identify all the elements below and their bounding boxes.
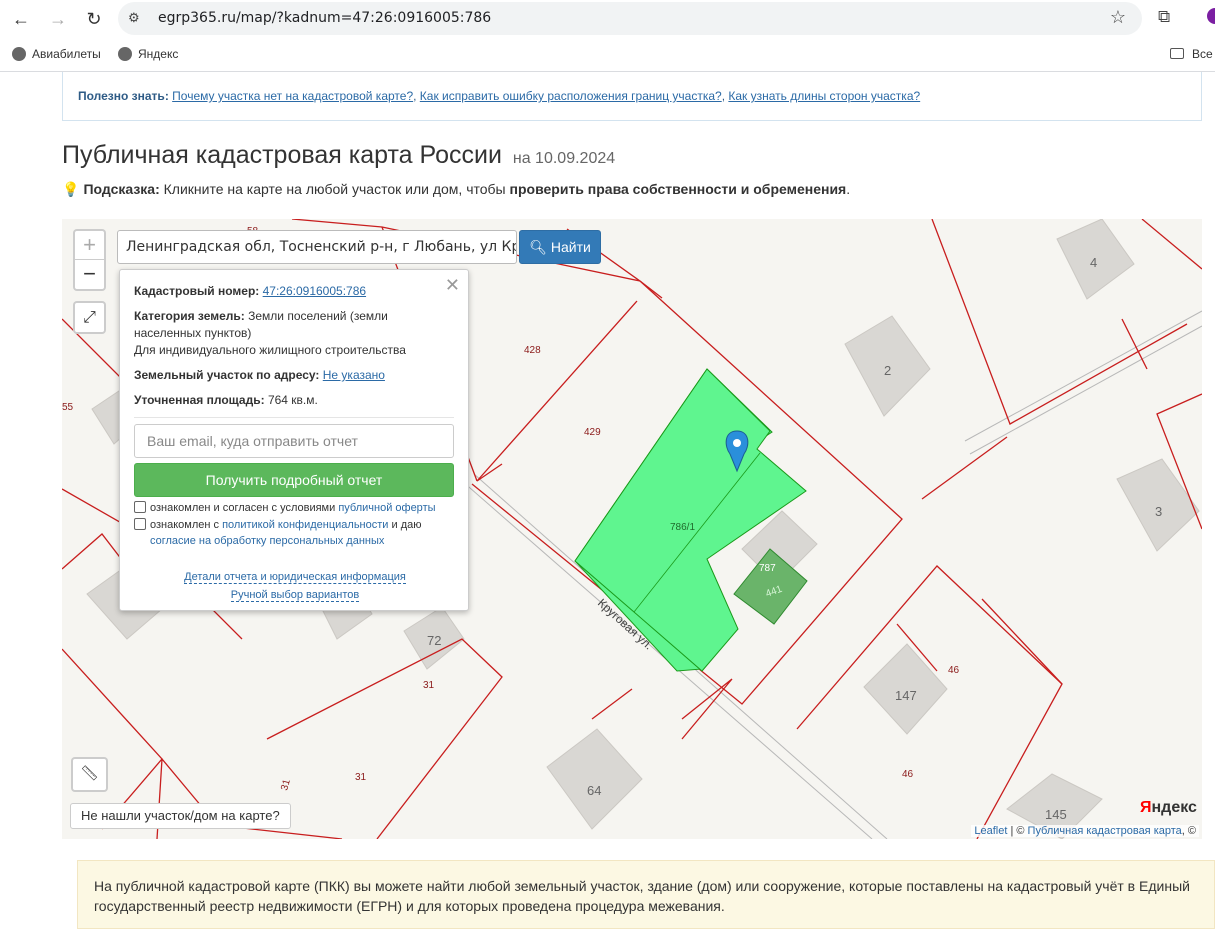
offer-checkbox-row: ознакомлен и согласен с условиями публич… <box>134 500 454 516</box>
bookmark-aviabilety[interactable]: Авиабилеты <box>12 47 101 61</box>
privacy-link[interactable]: политикой конфиденциальности <box>222 519 388 531</box>
parcel-label-46b: 46 <box>902 769 914 780</box>
offer-link[interactable]: публичной оферты <box>338 502 435 514</box>
email-field[interactable]: Ваш email, куда отправить отчет <box>134 424 454 458</box>
cadnum-link[interactable]: 47:26:0916005:786 <box>263 284 366 298</box>
yandex-logo: Яндекс <box>1140 799 1197 816</box>
globe-icon <box>12 47 26 61</box>
parcel-label-46a: 46 <box>948 665 960 676</box>
manual-row: Ручной выбор вариантов <box>120 589 470 602</box>
parcel-label-31c: 31 <box>279 778 293 792</box>
not-found-button[interactable]: Не нашли участок/дом на карте? <box>70 803 291 829</box>
usage-row: Для индивидуального жилищного строительс… <box>134 343 406 357</box>
parcel-label-31b: 31 <box>355 772 367 783</box>
ruler-icon[interactable]: 📏︎ <box>71 757 108 792</box>
zoom-control: + − <box>73 229 106 291</box>
folder-icon <box>1170 48 1184 59</box>
details-link[interactable]: Детали отчета и юридическая информация <box>184 571 406 584</box>
house-label-72: 72 <box>427 633 441 648</box>
page-title: Публичная кадастровая карта России на 10… <box>62 141 616 169</box>
area-row: Уточненная площадь: 764 кв.м. <box>134 393 318 407</box>
house-label-3: 3 <box>1155 504 1162 519</box>
bookmarks-bar: Авиабилеты Яндекс Все <box>0 38 1215 72</box>
cadnum-row: Кадастровый номер: 47:26:0916005:786 <box>134 284 367 298</box>
divider <box>134 417 454 418</box>
all-bookmarks[interactable]: Все <box>1170 47 1213 61</box>
reload-icon[interactable]: ↻ <box>81 7 107 31</box>
page-date: на 10.09.2024 <box>512 150 616 167</box>
parcel-label-31a: 31 <box>423 680 435 691</box>
house-label-64: 64 <box>587 783 601 798</box>
details-row: Детали отчета и юридическая информация <box>120 571 470 584</box>
lightbulb-icon: 💡 <box>62 181 80 197</box>
get-report-button[interactable]: Получить подробный отчет <box>134 463 454 497</box>
link-fix-boundary[interactable]: Как исправить ошибку расположения границ… <box>420 89 722 103</box>
parcel-label-55: 55 <box>62 402 74 413</box>
useful-info-box: Полезно знать: Почему участка нет на кад… <box>62 72 1202 121</box>
address-row: Земельный участок по адресу: Не указано <box>134 368 385 382</box>
parcel-label-786: 786/1 <box>670 522 695 533</box>
house-label-147: 147 <box>895 688 917 703</box>
bookmark-yandex[interactable]: Яндекс <box>118 47 178 61</box>
privacy-checkbox-row: ознакомлен с политикой конфиденциальност… <box>134 517 454 549</box>
map-attribution: Leaflet | © Публичная кадастровая карта,… <box>971 825 1199 837</box>
link-side-lengths[interactable]: Как узнать длины сторон участка? <box>728 89 920 103</box>
browser-toolbar: ← → ↻ ⚙ egrp365.ru/map/?kadnum=47:26:091… <box>0 0 1215 38</box>
cadastral-map[interactable]: 428 429 55 31 31 31 46 46 58 786/1 787 4… <box>62 219 1202 839</box>
offer-checkbox[interactable] <box>134 501 146 513</box>
globe-icon <box>118 47 132 61</box>
privacy-checkbox[interactable] <box>134 518 146 530</box>
profile-avatar[interactable] <box>1207 8 1215 24</box>
useful-info-text: Полезно знать: Почему участка нет на кад… <box>78 89 921 103</box>
pkk-link[interactable]: Публичная кадастровая карта <box>1028 825 1182 837</box>
parcel-info-popup: ✕ Кадастровый номер: 47:26:0916005:786 К… <box>119 269 469 611</box>
address-bar[interactable]: ⚙ egrp365.ru/map/?kadnum=47:26:0916005:7… <box>118 2 1142 35</box>
forward-icon[interactable]: → <box>45 7 71 31</box>
search-button[interactable]: 🔍︎ Найти <box>519 230 601 264</box>
parcel-label-429: 429 <box>584 427 601 438</box>
leaflet-link[interactable]: Leaflet <box>974 825 1007 837</box>
extensions-icon[interactable]: ⧉ <box>1158 7 1170 27</box>
link-why-not-on-map[interactable]: Почему участка нет на кадастровой карте? <box>172 89 413 103</box>
hint-line: 💡 Подсказка: Кликните на карте на любой у… <box>62 181 851 197</box>
url-text[interactable]: egrp365.ru/map/?kadnum=47:26:0916005:786 <box>158 10 491 26</box>
address-link[interactable]: Не указано <box>323 368 385 382</box>
category-row: Категория земель: Земли поселений (земли… <box>134 309 388 340</box>
house-label-4: 4 <box>1090 255 1097 270</box>
house-label-2: 2 <box>884 363 891 378</box>
consent-link[interactable]: согласие на обработку персональных данны… <box>150 535 384 547</box>
parcel-label-428: 428 <box>524 345 541 356</box>
search-icon: 🔍︎ <box>529 239 547 255</box>
site-info-icon[interactable]: ⚙ <box>128 10 140 26</box>
fullscreen-icon[interactable]: ⤢ <box>73 301 106 334</box>
useful-label: Полезно знать: <box>78 89 169 103</box>
zoom-in-button[interactable]: + <box>75 231 104 260</box>
info-note: На публичной кадастровой карте (ПКК) вы … <box>77 860 1215 929</box>
back-icon[interactable]: ← <box>8 7 34 31</box>
bookmark-star-icon[interactable]: ☆ <box>1110 7 1126 28</box>
manual-select-link[interactable]: Ручной выбор вариантов <box>230 589 360 602</box>
zoom-out-button[interactable]: − <box>75 260 104 289</box>
address-search-input[interactable]: Ленинградская обл, Тосненский р-н, г Люб… <box>117 230 517 264</box>
parcel-label-787: 787 <box>759 563 776 574</box>
house-label-145: 145 <box>1045 807 1067 822</box>
